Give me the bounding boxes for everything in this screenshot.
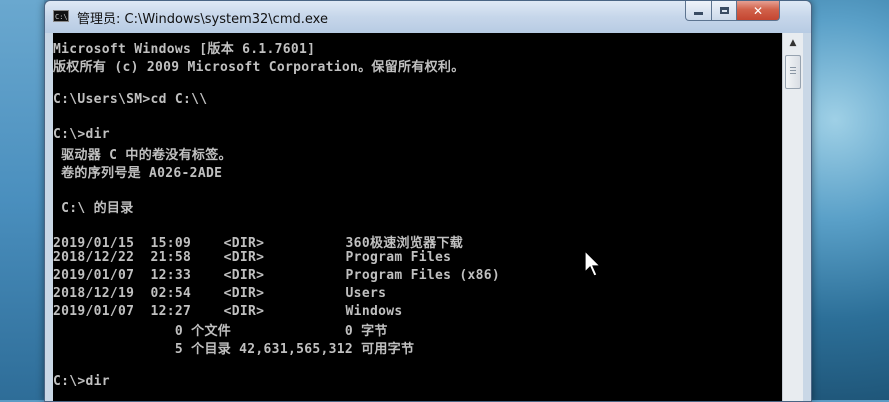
thumb-grip	[790, 70, 796, 71]
console-line: C:\>dir	[53, 127, 110, 142]
dir-entry: 2019/01/07 12:27 <DIR> Windows	[53, 304, 403, 319]
desktop-wallpaper-left	[0, 0, 44, 400]
mouse-pointer-icon	[584, 250, 602, 277]
command-prompt[interactable]: C:\>dir	[53, 374, 110, 389]
maximize-icon	[719, 7, 729, 14]
close-icon: ✕	[752, 3, 764, 18]
dir-entry: 2018/12/22 21:58 <DIR> Program Files	[53, 250, 452, 265]
cmd-window: C:\ 管理员: C:\Windows\system32\cmd.exe ✕ M…	[44, 0, 812, 402]
scroll-up-icon[interactable]: ▲	[785, 35, 801, 51]
console-line: C:\Users\SM>cd C:\\	[53, 92, 208, 107]
thumb-grip	[790, 67, 796, 68]
dir-entry: 2019/01/15 15:09 <DIR> 360极速浏览器下载	[53, 236, 464, 251]
console-line: 卷的序列号是 A026-2ADE	[53, 166, 223, 181]
dir-entry: 2019/01/07 12:33 <DIR> Program Files (x8…	[53, 268, 500, 283]
close-button[interactable]: ✕	[736, 1, 780, 21]
console-line: Microsoft Windows [版本 6.1.7601]	[53, 42, 316, 57]
cmd-icon[interactable]: C:\	[53, 10, 69, 22]
window-title: 管理员: C:\Windows\system32\cmd.exe	[77, 12, 328, 27]
dir-summary-files: 0 个文件 0 字节	[53, 324, 388, 339]
minimize-icon	[694, 12, 703, 15]
minimize-button[interactable]	[685, 1, 712, 21]
console-line: 版权所有 (c) 2009 Microsoft Corporation。保留所有…	[53, 60, 465, 75]
console-output[interactable]: Microsoft Windows [版本 6.1.7601] 版权所有 (c)…	[53, 33, 782, 401]
vertical-scrollbar[interactable]: ▲	[782, 33, 803, 401]
console-line: C:\ 的目录	[53, 201, 134, 216]
dir-summary-dirs: 5 个目录 42,631,565,312 可用字节	[53, 342, 415, 357]
thumb-grip	[790, 73, 796, 74]
desktop-wallpaper-right	[799, 0, 889, 400]
dir-entry: 2018/12/19 02:54 <DIR> Users	[53, 286, 387, 301]
maximize-button[interactable]	[711, 1, 737, 21]
scrollbar-thumb[interactable]	[785, 55, 801, 89]
console-line: 驱动器 C 中的卷没有标签。	[53, 148, 232, 163]
